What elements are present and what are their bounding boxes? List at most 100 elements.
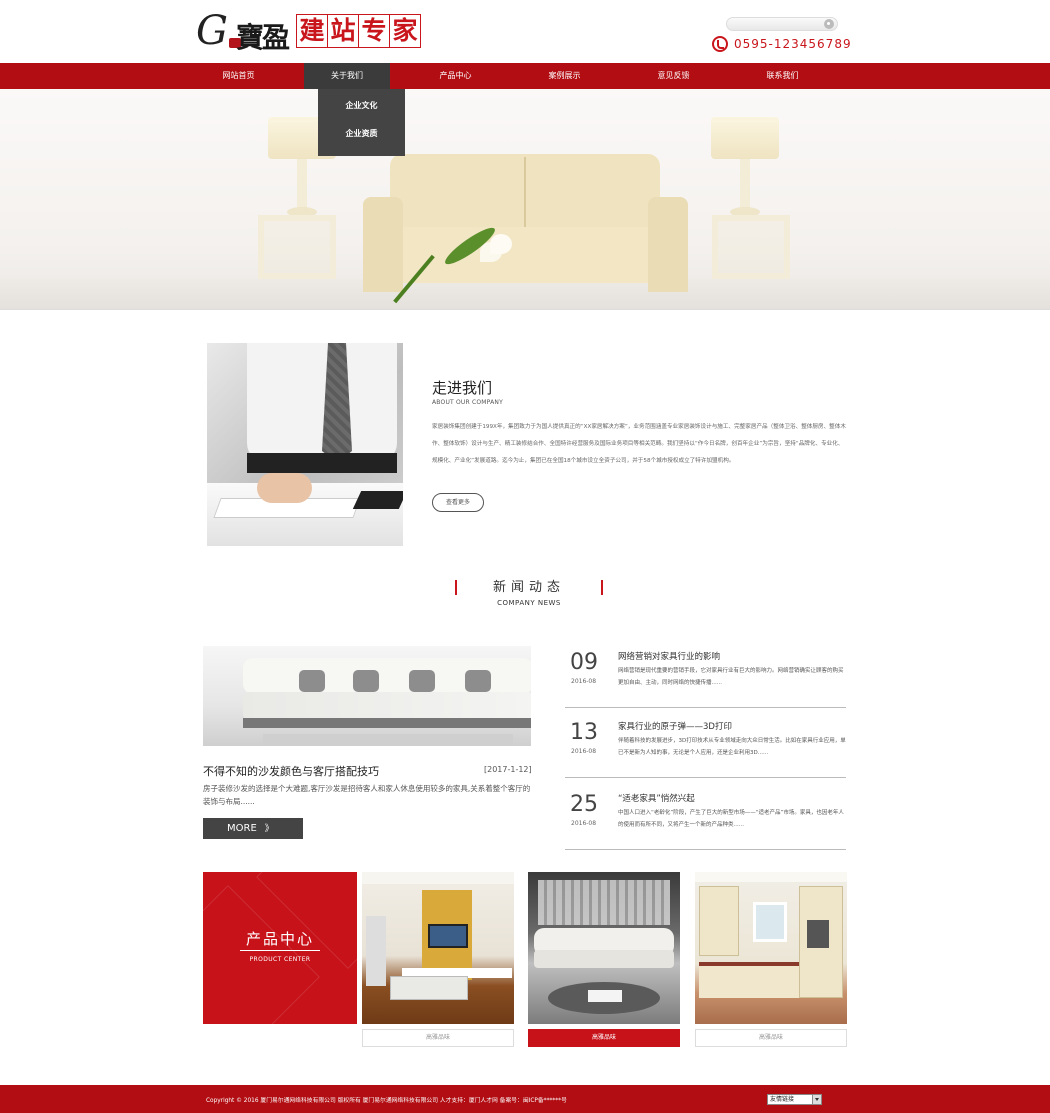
image-sofa-seat bbox=[534, 950, 674, 968]
news-title: 新闻动态 bbox=[492, 580, 565, 595]
product-center-panel[interactable]: 产品中心 PRODUCT CENTER bbox=[203, 872, 357, 1024]
dropdown-item-qualification[interactable]: 企业资质 bbox=[318, 117, 405, 145]
news-more-label: MORE bbox=[227, 823, 257, 834]
banner-floor bbox=[0, 279, 1050, 309]
featured-news-date: [2017-1-12] bbox=[484, 765, 532, 774]
sofa-seat bbox=[380, 227, 670, 283]
logo-title-char: 站 bbox=[327, 14, 359, 48]
news-month: 2016-08 bbox=[571, 748, 597, 755]
friend-links-select[interactable]: 友情链接 bbox=[767, 1094, 822, 1105]
search-icon[interactable] bbox=[824, 19, 834, 29]
photo-tablet bbox=[352, 491, 403, 509]
news-item-title[interactable]: 网络营销对家具行业的影响 bbox=[618, 650, 720, 662]
featured-news-title[interactable]: 不得不知的沙发颜色与客厅搭配技巧 bbox=[203, 763, 379, 779]
image-curtains bbox=[538, 880, 670, 925]
image-ceiling bbox=[362, 872, 514, 884]
photo-shirt bbox=[247, 343, 397, 463]
phone-contact: 0595-123456789 bbox=[712, 35, 852, 52]
about-dropdown-menu: 企业文化 企业资质 bbox=[318, 89, 405, 156]
sofa-arm-left bbox=[363, 197, 403, 292]
news-subtitle: COMPANY NEWS bbox=[497, 599, 561, 607]
image-sofa-seat bbox=[243, 692, 531, 720]
sofa-divider bbox=[524, 157, 526, 231]
nav-item-feedback[interactable]: 意见反馈 bbox=[619, 63, 728, 89]
image-oven bbox=[807, 920, 829, 948]
news-month: 2016-08 bbox=[571, 678, 597, 685]
news-item-text: 网络营销是现代重要的营销手段，它对家具行业有巨大的影响力。网络营销确实让顾客的购… bbox=[618, 668, 844, 686]
image-ceiling bbox=[695, 872, 847, 882]
logo-letter: G bbox=[196, 8, 228, 54]
product-caption[interactable]: 高雅品味 bbox=[528, 1029, 680, 1047]
logo-calligraphy: 寶盈 bbox=[236, 21, 290, 54]
about-subtitle: ABOUT OUR COMPANY bbox=[432, 399, 503, 406]
about-more-button[interactable]: 查看更多 bbox=[432, 493, 484, 512]
side-table-right bbox=[712, 215, 790, 279]
image-sofa-trim bbox=[243, 718, 531, 728]
news-day: 25 bbox=[570, 792, 598, 817]
image-ottoman bbox=[390, 976, 468, 1000]
heading-bar-right bbox=[601, 580, 603, 595]
image-pillow bbox=[465, 670, 491, 692]
about-title: 走进我们 bbox=[432, 379, 493, 397]
side-table-left bbox=[258, 215, 336, 279]
search-input[interactable] bbox=[726, 17, 838, 31]
logo-title: 建 站 专 家 bbox=[296, 14, 421, 50]
hero-banner bbox=[0, 89, 1050, 310]
nav-item-about[interactable]: 关于我们 bbox=[304, 63, 390, 89]
nav-item-contact[interactable]: 联系我们 bbox=[728, 63, 837, 89]
logo-title-char: 建 bbox=[296, 14, 328, 48]
photo-belt bbox=[247, 453, 397, 473]
sofa-arm-right bbox=[648, 197, 688, 292]
lamp-right bbox=[711, 117, 779, 159]
news-more-button[interactable]: MORE 》 bbox=[203, 818, 303, 839]
nav-item-products[interactable]: 产品中心 bbox=[401, 63, 510, 89]
news-list-item[interactable]: 25 2016-08 “适老家具”悄然兴起 中国人口进入“老龄化”阶段，产生了巨… bbox=[565, 788, 846, 850]
nav-item-home[interactable]: 网站首页 bbox=[184, 63, 293, 89]
image-pillow bbox=[299, 670, 325, 692]
news-section-heading: 新闻动态 COMPANY NEWS bbox=[455, 578, 603, 613]
news-item-text: 中国人口进入“老龄化”阶段，产生了巨大的新型市场——“适老产品”市场。家具，也因… bbox=[618, 810, 844, 828]
double-chevron-right-icon: 》 bbox=[264, 824, 274, 834]
nav-item-cases[interactable]: 案例展示 bbox=[510, 63, 619, 89]
photo-hand bbox=[257, 473, 312, 503]
about-photo bbox=[207, 343, 403, 546]
footer: Copyright © 2016 厦门易尔通网络科技有限公司 版权所有 厦门易尔… bbox=[0, 1085, 1050, 1113]
plant-flower bbox=[490, 234, 512, 254]
logo-title-char: 专 bbox=[358, 14, 390, 48]
copyright-text: Copyright © 2016 厦门易尔通网络科技有限公司 版权所有 厦门易尔… bbox=[206, 1098, 567, 1104]
image-pillow bbox=[353, 670, 379, 692]
product-image-kitchen[interactable] bbox=[695, 872, 847, 1024]
product-image-sofa-room[interactable] bbox=[528, 872, 680, 1024]
logo[interactable]: G 寶盈 建 站 专 家 bbox=[196, 8, 428, 54]
news-item-text: 伴随着科技的发展进步，3D打印技术从专业领域走向大众日常生活。比如在家具行业应用… bbox=[618, 738, 846, 756]
lamp-left-stem bbox=[297, 159, 307, 211]
header: G 寶盈 建 站 专 家 0595-123456789 bbox=[0, 0, 1050, 63]
product-caption[interactable]: 高雅品味 bbox=[695, 1029, 847, 1047]
product-image-living-room[interactable] bbox=[362, 872, 514, 1024]
dropdown-item-culture[interactable]: 企业文化 bbox=[318, 89, 405, 117]
news-list-item[interactable]: 09 2016-08 网络营销对家具行业的影响 网络营销是现代重要的营销手段，它… bbox=[565, 646, 846, 708]
news-month: 2016-08 bbox=[571, 820, 597, 827]
news-list-item[interactable]: 13 2016-08 家具行业的原子弹——3D打印 伴随着科技的发展进步，3D打… bbox=[565, 716, 846, 778]
news-item-title[interactable]: 家具行业的原子弹——3D打印 bbox=[618, 720, 732, 732]
main-nav: 网站首页 关于我们 产品中心 案例展示 意见反馈 联系我们 bbox=[0, 63, 1050, 89]
image-tv bbox=[428, 924, 468, 948]
product-caption[interactable]: 高雅品味 bbox=[362, 1029, 514, 1047]
news-day: 13 bbox=[570, 720, 598, 745]
image-rug bbox=[263, 734, 513, 746]
featured-news-text: 房子装修沙发的选择是个大难题,客厅沙发是招待客人和家人休息使用较多的家具,关系着… bbox=[203, 784, 531, 806]
heading-bar-left bbox=[455, 580, 457, 595]
lamp-right-stem bbox=[740, 159, 750, 211]
featured-news-image[interactable] bbox=[203, 646, 531, 746]
about-text: 家居装饰集团创建于199X年，集团致力于为国人提供真正的“XX家居解决方案”，业… bbox=[432, 424, 846, 464]
product-center-divider bbox=[240, 950, 320, 951]
chevron-down-icon[interactable] bbox=[812, 1095, 821, 1104]
image-counter bbox=[699, 962, 799, 998]
image-window bbox=[753, 902, 787, 942]
image-shelf bbox=[366, 916, 386, 986]
news-day: 09 bbox=[570, 650, 598, 675]
phone-icon bbox=[712, 35, 728, 52]
friend-links-label: 友情链接 bbox=[770, 1096, 795, 1103]
image-coffee-table bbox=[588, 990, 622, 1002]
news-item-title[interactable]: “适老家具”悄然兴起 bbox=[618, 792, 695, 804]
